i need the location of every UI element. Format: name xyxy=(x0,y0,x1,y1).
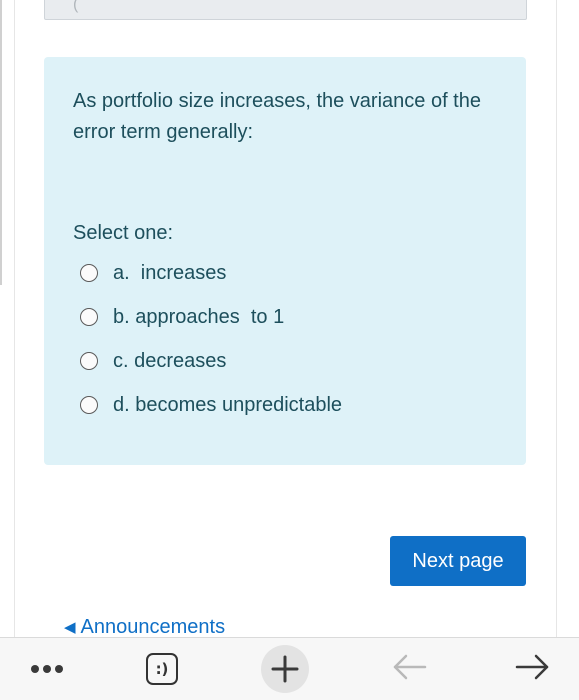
more-icon xyxy=(29,665,65,673)
radio-button-icon[interactable] xyxy=(80,264,98,282)
radio-button-icon[interactable] xyxy=(80,352,98,370)
plus-icon xyxy=(261,645,309,693)
browser-toolbar: :) xyxy=(0,637,579,700)
option-label: b. approaches to 1 xyxy=(113,305,285,328)
option-a[interactable]: a. increases xyxy=(80,258,226,288)
option-label: c. decreases xyxy=(113,349,227,372)
previous-activity-label: Announcements xyxy=(80,616,226,638)
option-d[interactable]: d. becomes unpredictable xyxy=(80,390,342,420)
page: ( As portfolio size increases, the varia… xyxy=(0,0,579,700)
back-arrow-icon xyxy=(391,652,429,687)
forward-button[interactable] xyxy=(510,646,554,692)
option-c[interactable]: c. decreases xyxy=(80,346,226,376)
option-b[interactable]: b. approaches to 1 xyxy=(80,302,284,332)
previous-question-box: ( xyxy=(44,0,527,20)
question-box: As portfolio size increases, the varianc… xyxy=(44,57,526,465)
smiley-icon: :) xyxy=(146,653,178,685)
forward-arrow-icon xyxy=(513,652,551,687)
select-one-label: Select one: xyxy=(73,222,174,244)
previous-activity-link[interactable]: ◀ Announcements xyxy=(64,616,225,639)
radio-button-icon[interactable] xyxy=(80,396,98,414)
back-button[interactable] xyxy=(388,646,432,692)
feedback-button[interactable]: :) xyxy=(140,646,184,692)
caret-left-icon: ◀ xyxy=(64,619,76,636)
radio-button-icon[interactable] xyxy=(80,308,98,326)
new-tab-button[interactable] xyxy=(261,645,309,693)
next-page-button[interactable]: Next page xyxy=(390,536,526,586)
more-button[interactable] xyxy=(24,646,70,692)
option-label: d. becomes unpredictable xyxy=(113,393,343,416)
edge-divider xyxy=(0,0,2,285)
question-text: As portfolio size increases, the varianc… xyxy=(73,90,481,143)
option-label: a. increases xyxy=(113,261,227,284)
cut-off-text-fragment: ( xyxy=(73,0,79,13)
